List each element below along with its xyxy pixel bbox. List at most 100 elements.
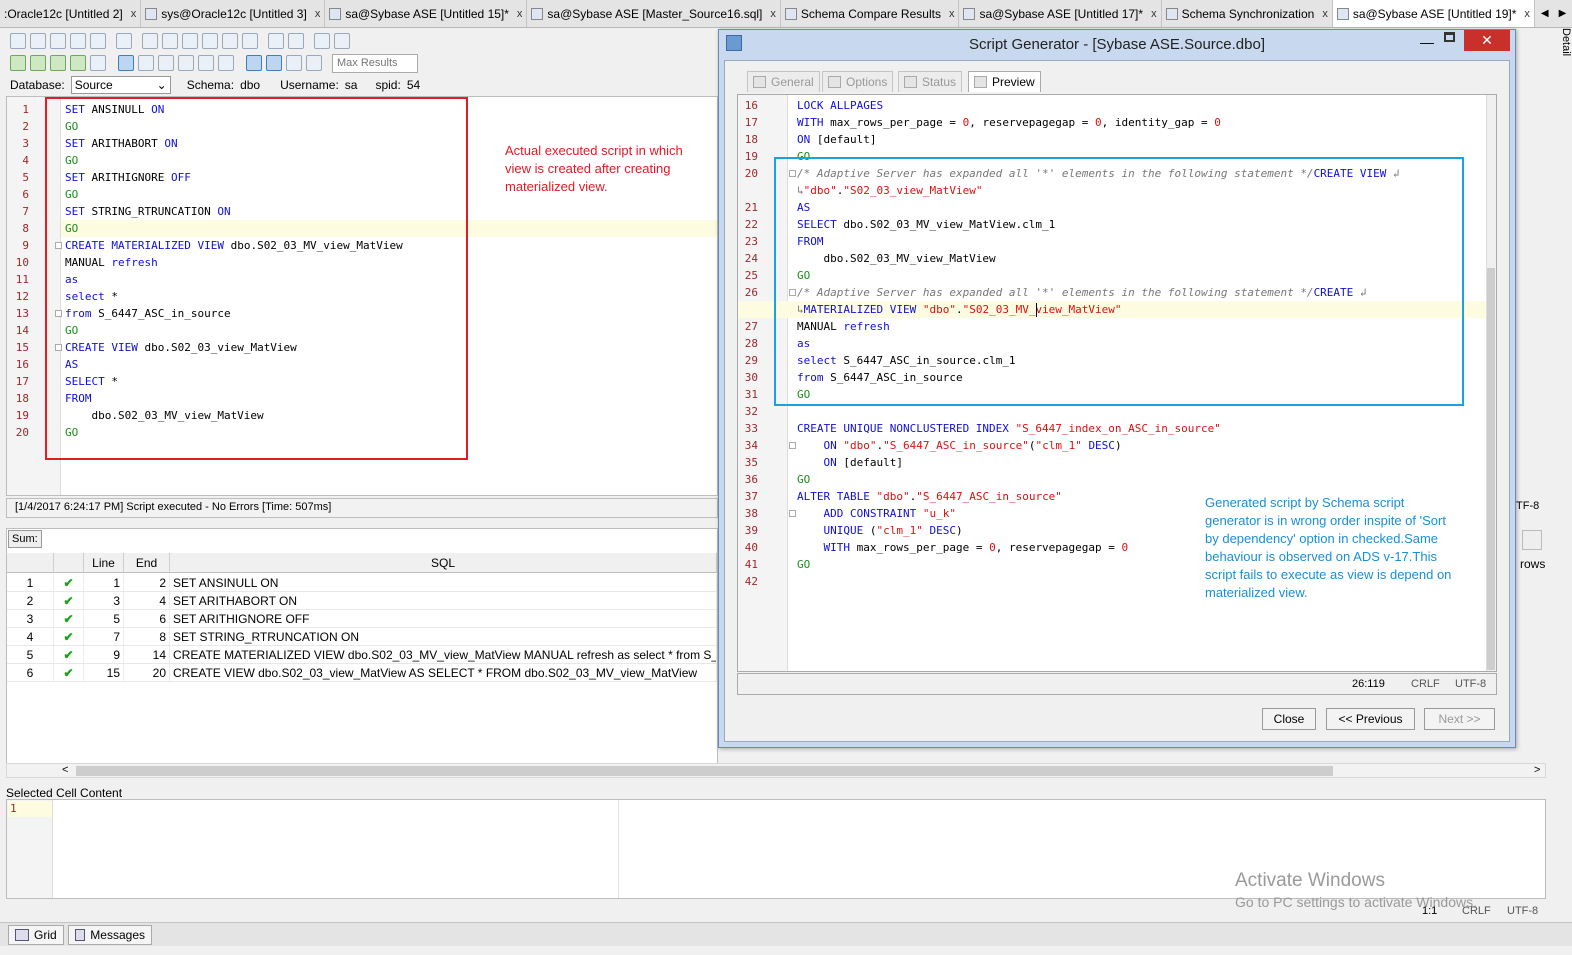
close-tab-icon[interactable]: x [131, 8, 137, 20]
execute-current-icon[interactable] [50, 55, 66, 71]
detail-side-panel[interactable]: Detail [1558, 28, 1572, 88]
sql-header[interactable]: SQL [170, 553, 717, 573]
close-tab-icon[interactable]: x [770, 8, 776, 20]
sum-button[interactable]: Sum: [8, 530, 42, 548]
document-tab[interactable]: sa@Sybase ASE [Untitled 19]* x [1332, 0, 1535, 27]
preview-code-line: LOCK ALLPAGES [797, 99, 884, 112]
execute-script-icon[interactable] [10, 55, 26, 71]
copy-icon[interactable] [182, 33, 198, 49]
document-tab[interactable]: sa@Sybase ASE [Untitled 17]* x [959, 0, 1162, 27]
tab-navigation: ◀▶⊟ [1535, 0, 1572, 27]
replace-icon[interactable] [288, 33, 304, 49]
next-button[interactable]: Next >> [1424, 708, 1495, 730]
schema-label: Schema: [186, 78, 235, 92]
options-icon[interactable] [306, 55, 322, 71]
row-sql: CREATE VIEW dbo.S02_03_view_MatView AS S… [170, 664, 717, 682]
line-header[interactable]: Line [84, 553, 124, 573]
editor-line-number: 13 [15, 307, 29, 320]
close-tab-icon[interactable]: x [949, 8, 955, 20]
print-icon[interactable] [116, 33, 132, 49]
username-label: Username: [280, 78, 339, 92]
options-icon [828, 76, 841, 88]
close-tab-icon[interactable]: x [1524, 8, 1530, 20]
database-select[interactable]: Source ⌄ [70, 76, 171, 94]
format-icon[interactable] [178, 55, 194, 71]
tab-general[interactable]: General [747, 71, 820, 92]
results-grid-icon[interactable] [246, 55, 262, 71]
close-window-button[interactable]: ✕ [1464, 30, 1510, 51]
row-sql: CREATE MATERIALIZED VIEW dbo.S02_03_MV_v… [170, 646, 717, 664]
close-button[interactable]: Close [1262, 708, 1316, 730]
previous-button[interactable]: << Previous [1326, 708, 1415, 730]
results-text-icon[interactable] [266, 55, 282, 71]
messages-tab[interactable]: Messages [68, 925, 152, 945]
grid-tools-icon[interactable] [1522, 530, 1542, 550]
stop-icon[interactable] [90, 55, 106, 71]
save-as-icon[interactable] [90, 33, 106, 49]
fold-toggle-icon[interactable] [789, 442, 796, 449]
preview-line-number: 41 [744, 558, 758, 571]
tab-status[interactable]: Status [898, 71, 963, 92]
max-results-input[interactable] [332, 53, 418, 73]
export-results-icon[interactable] [286, 55, 302, 71]
maximize-button[interactable] [1444, 32, 1455, 42]
document-tab[interactable]: sys@Oracle12c [Untitled 3] x [141, 0, 326, 27]
end-header[interactable]: End [124, 553, 170, 573]
fold-toggle-icon[interactable] [789, 510, 796, 517]
preview-scroll-thumb[interactable] [1487, 268, 1495, 670]
redo-icon[interactable] [242, 33, 258, 49]
watermark-subtitle: Go to PC settings to activate Windows. [1235, 894, 1477, 910]
close-tab-icon[interactable]: x [315, 8, 321, 20]
document-tab[interactable]: :Oracle12c [Untitled 2] x [0, 0, 142, 27]
preview-line-number: 42 [744, 575, 758, 588]
minimize-button[interactable]: — [1420, 34, 1434, 50]
save-all-icon[interactable] [70, 33, 86, 49]
tab-label: sa@Sybase ASE [Untitled 15]* [345, 7, 509, 21]
tab-preview[interactable]: Preview [968, 71, 1041, 92]
horizontal-scroll-thumb[interactable] [76, 766, 1333, 776]
lowercase-icon[interactable] [314, 33, 330, 49]
grid-tab[interactable]: Grid [8, 925, 64, 945]
uppercase-icon[interactable] [334, 33, 350, 49]
rollback-icon[interactable] [158, 55, 174, 71]
execute-icon[interactable] [30, 55, 46, 71]
close-tab-icon[interactable]: x [1322, 8, 1328, 20]
document-tab[interactable]: sa@Sybase ASE [Master_Source16.sql] x [527, 0, 781, 27]
close-tab-icon[interactable]: x [1151, 8, 1157, 20]
comment-icon[interactable] [198, 55, 214, 71]
tab-scroll-right-icon[interactable]: ▶ [1559, 8, 1567, 19]
preview-line-number: 25 [744, 269, 758, 282]
open-folder-icon[interactable] [30, 33, 46, 49]
cut-icon[interactable] [162, 33, 178, 49]
select-icon[interactable] [142, 33, 158, 49]
document-tab[interactable]: Schema Compare Results x [781, 0, 960, 27]
editor-line-number: 4 [22, 154, 29, 167]
execute-explain-icon[interactable] [70, 55, 86, 71]
new-file-icon[interactable] [10, 33, 26, 49]
paste-icon[interactable] [202, 33, 218, 49]
commit-icon[interactable] [138, 55, 154, 71]
scroll-left-icon[interactable]: < [62, 764, 68, 776]
cursor-position: 1:1 [1422, 905, 1438, 917]
preview-line-number: 28 [744, 337, 758, 350]
tab-scroll-left-icon[interactable]: ◀ [1541, 8, 1549, 19]
save-icon[interactable] [50, 33, 66, 49]
row-end: 8 [124, 628, 170, 646]
tab-label: sa@Sybase ASE [Untitled 19]* [1352, 7, 1517, 21]
document-tab[interactable]: sa@Sybase ASE [Untitled 15]* x [325, 0, 528, 27]
tab-options[interactable]: Options [822, 71, 894, 92]
preview-code-line: GO [797, 473, 811, 486]
preview-line-number: 21 [744, 201, 758, 214]
scroll-right-icon[interactable]: > [1534, 764, 1540, 776]
preview-code-line: ADD CONSTRAINT "u_k" [823, 507, 956, 520]
find-icon[interactable] [268, 33, 284, 49]
auto-commit-icon[interactable] [118, 55, 134, 71]
bookmark-icon[interactable] [218, 55, 234, 71]
chevron-down-icon: ⌄ [156, 78, 167, 92]
undo-icon[interactable] [222, 33, 238, 49]
tab-preview-label: Preview [992, 75, 1035, 89]
close-tab-icon[interactable]: x [517, 8, 523, 20]
red-highlight-box [45, 97, 468, 460]
row-line: 15 [84, 664, 124, 682]
document-tab[interactable]: Schema Synchronization x [1162, 0, 1333, 27]
